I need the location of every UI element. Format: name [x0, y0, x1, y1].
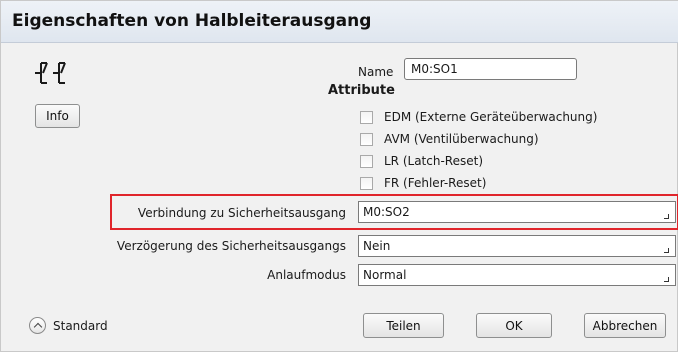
standard-label: Standard [53, 318, 108, 333]
edm-label: EDM (Externe Geräteüberwachung) [384, 110, 598, 124]
fr-label: FR (Fehler-Reset) [384, 176, 487, 190]
startup-value: Normal [363, 268, 407, 282]
properties-dialog: Eigenschaften von Halbleiterausgang Info… [0, 0, 678, 352]
name-label: Name [358, 65, 394, 79]
lr-checkbox[interactable] [360, 154, 373, 168]
share-button[interactable]: Teilen [363, 313, 444, 338]
avm-label: AVM (Ventilüberwachung) [384, 132, 539, 146]
chevron-up-icon [29, 317, 46, 334]
title-bar: Eigenschaften von Halbleiterausgang [1, 1, 678, 43]
contact-pair-icon [35, 62, 66, 84]
edm-checkbox-row[interactable]: EDM (Externe Geräteüberwachung) [360, 108, 597, 126]
lr-label: LR (Latch-Reset) [384, 154, 483, 168]
dialog-title: Eigenschaften von Halbleiterausgang [12, 11, 372, 31]
name-field[interactable]: M0:SO1 [404, 58, 577, 80]
fr-checkbox[interactable] [360, 176, 373, 190]
dropdown-arrow-icon [664, 277, 669, 282]
ok-button[interactable]: OK [476, 313, 552, 338]
startup-label: Anlaufmodus [267, 268, 346, 282]
delay-select[interactable]: Nein [358, 235, 676, 257]
fr-checkbox-row[interactable]: FR (Fehler-Reset) [360, 174, 486, 192]
connection-highlight [110, 194, 678, 230]
info-button[interactable]: Info [35, 104, 80, 128]
lr-checkbox-row[interactable]: LR (Latch-Reset) [360, 152, 483, 170]
dropdown-arrow-icon [664, 248, 669, 253]
startup-select[interactable]: Normal [358, 264, 676, 286]
standard-toggle[interactable]: Standard [29, 317, 108, 334]
cancel-button[interactable]: Abbrechen [584, 313, 666, 338]
avm-checkbox[interactable] [360, 132, 373, 146]
edm-checkbox[interactable] [360, 110, 373, 124]
attributes-heading: Attribute [328, 83, 395, 98]
delay-value: Nein [363, 239, 391, 253]
avm-checkbox-row[interactable]: AVM (Ventilüberwachung) [360, 130, 539, 148]
delay-label: Verzögerung des Sicherheitsausgangs [116, 239, 346, 253]
